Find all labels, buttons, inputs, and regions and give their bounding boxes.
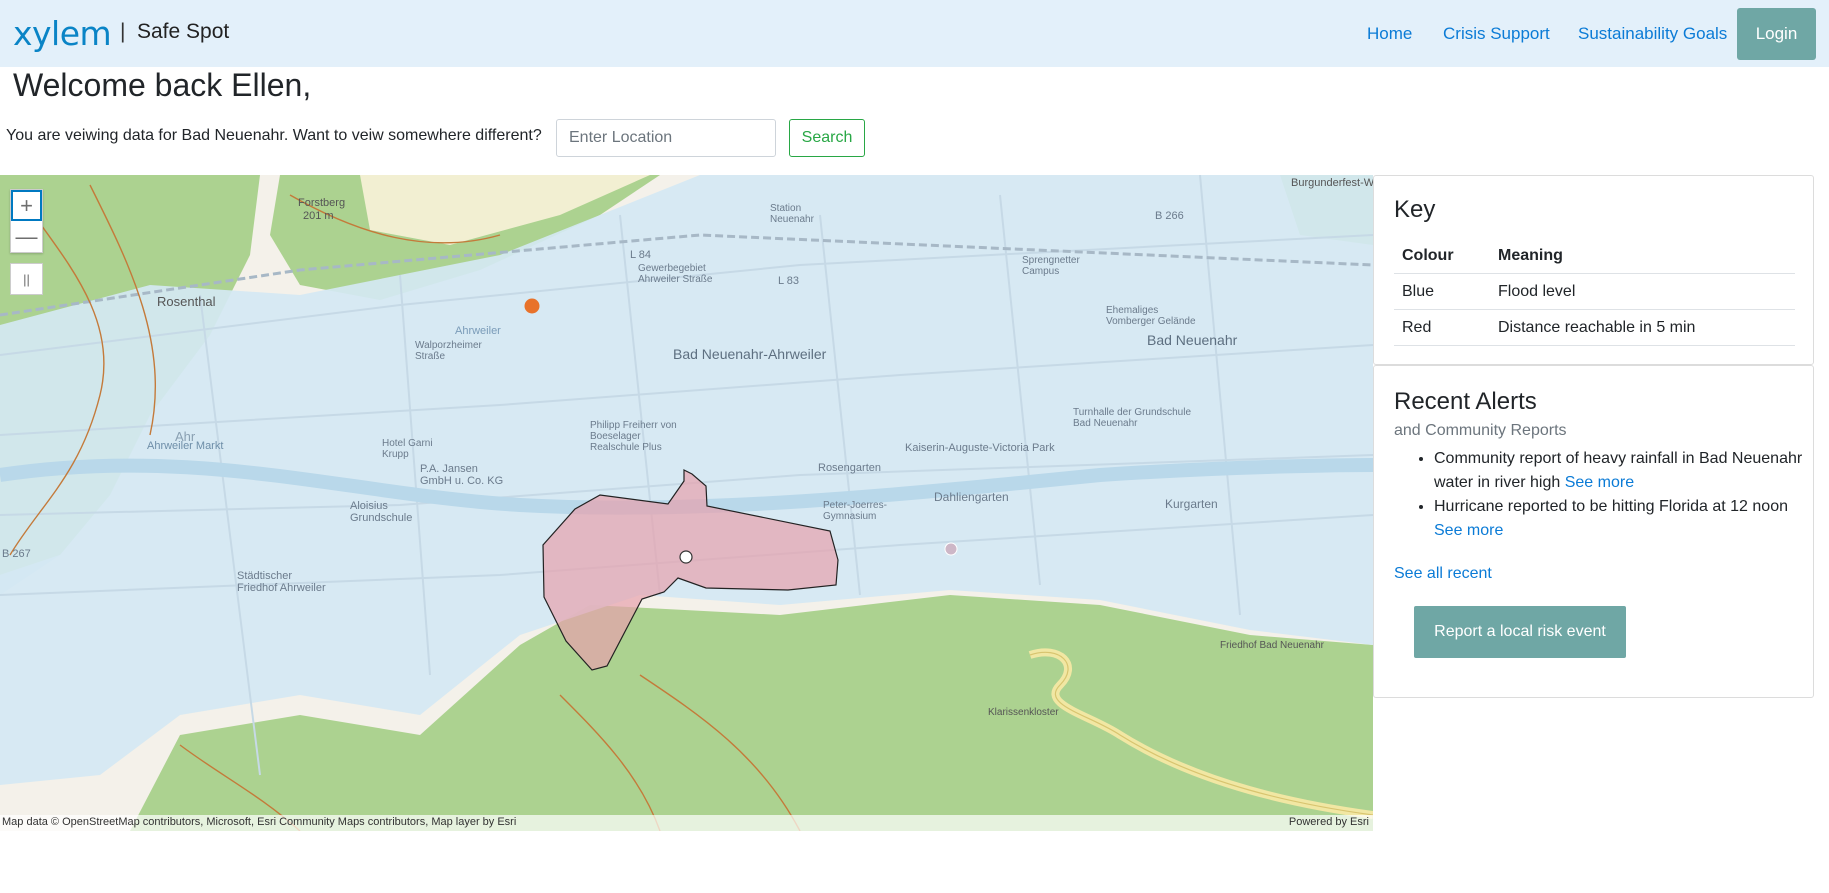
- search-button[interactable]: Search: [789, 119, 865, 157]
- map-label-place: Hotel Garni Krupp: [382, 438, 433, 460]
- map-label-town: Bad Neuenahr-Ahrweiler: [673, 346, 827, 362]
- login-button[interactable]: Login: [1737, 8, 1816, 60]
- map-label-street: Walporzheimer Straße: [415, 340, 482, 362]
- alerts-subtitle: and Community Reports: [1394, 422, 1567, 439]
- map-label-park: Dahliengarten: [934, 490, 1009, 504]
- map-label-place: Städtischer Friedhof Ahrweiler: [237, 570, 326, 594]
- location-input[interactable]: [556, 119, 776, 157]
- nav-home-link[interactable]: Home: [1367, 24, 1412, 44]
- zoom-in-button[interactable]: +: [11, 190, 42, 221]
- recent-alerts-panel: Recent Alerts and Community Reports Comm…: [1373, 365, 1814, 698]
- map-label-place: Sprengnetter Campus: [1022, 255, 1080, 277]
- map-label-place: Rosenthal: [157, 294, 216, 309]
- map-label-town: Bad Neuenahr: [1147, 332, 1238, 348]
- map-view[interactable]: Bad Neuenahr-Ahrweiler Bad Neuenahr Rose…: [0, 175, 1373, 831]
- table-row: Blue Flood level: [1394, 273, 1795, 310]
- map-label-road: L 83: [778, 275, 800, 287]
- map-label-park: Kaiserin-Auguste-Victoria Park: [905, 442, 1055, 454]
- map-label-road: B 267: [2, 548, 31, 560]
- map-label-park: Rosengarten: [818, 462, 881, 474]
- table-row: Red Distance reachable in 5 min: [1394, 309, 1795, 346]
- nav-crisis-support-link[interactable]: Crisis Support: [1443, 24, 1550, 44]
- key-meaning-cell: Distance reachable in 5 min: [1490, 309, 1795, 346]
- map-label-place: Aloisius Grundschule: [350, 500, 413, 524]
- map-attribution[interactable]: Map data © OpenStreetMap contributors, M…: [2, 816, 516, 828]
- see-all-recent-link[interactable]: See all recent: [1394, 565, 1492, 583]
- map-label-place: Ehemaliges Vomberger Gelände: [1106, 305, 1196, 327]
- current-location-marker[interactable]: [679, 550, 693, 564]
- map-label-road: B 266: [1155, 210, 1184, 222]
- key-colour-cell: Blue: [1394, 273, 1490, 310]
- list-item: Hurricane reported to be hitting Florida…: [1434, 495, 1804, 543]
- map-label-road: L 84: [630, 249, 652, 261]
- map-label-place: Friedhof Bad Neuenahr: [1220, 640, 1324, 651]
- map-label-place: Klarissenkloster: [988, 707, 1059, 718]
- map-label-place: Turnhalle der Grundschule Bad Neuenahr: [1073, 407, 1192, 429]
- see-more-link[interactable]: See more: [1434, 522, 1503, 539]
- map-label-park: Kurgarten: [1165, 497, 1218, 511]
- key-header-colour: Colour: [1394, 239, 1490, 274]
- zoom-control: + —: [10, 189, 43, 253]
- map-label-elevation: 201 m: [303, 210, 334, 222]
- alert-text: Hurricane reported to be hitting Florida…: [1434, 498, 1788, 515]
- map-label-place: Philipp Freiherr von Boeselager Realschu…: [590, 420, 677, 453]
- key-panel: Key Colour Meaning Blue Flood level Red …: [1373, 175, 1814, 365]
- navbar: xylem | Safe Spot Home Crisis Support Su…: [0, 0, 1829, 67]
- key-table-header: Colour Meaning: [1394, 239, 1795, 274]
- map-label-station: Ahrweiler Markt: [147, 440, 224, 452]
- alerts-title: Recent Alerts: [1394, 388, 1537, 415]
- see-more-link[interactable]: See more: [1565, 474, 1634, 491]
- powered-by-esri[interactable]: Powered by Esri: [1289, 816, 1369, 828]
- zoom-out-button[interactable]: —: [11, 221, 42, 252]
- key-table: Colour Meaning Blue Flood level Red Dist…: [1394, 239, 1795, 346]
- alerts-list: Community report of heavy rainfall in Ba…: [1434, 447, 1804, 543]
- welcome-heading: Welcome back Ellen,: [13, 67, 312, 103]
- alert-marker[interactable]: [524, 298, 540, 314]
- key-header-meaning: Meaning: [1490, 239, 1795, 274]
- map-label-place: Station Neuenahr: [770, 203, 814, 225]
- pause-animation-button[interactable]: ||: [10, 263, 43, 295]
- location-prompt: You are veiwing data for Bad Neuenahr. W…: [6, 127, 542, 144]
- map-attribution-bar: Map data © OpenStreetMap contributors, M…: [0, 815, 1373, 831]
- map-label-place: Gewerbegebiet Ahrweiler Straße: [638, 263, 713, 285]
- brand-separator: |: [120, 20, 126, 43]
- key-title: Key: [1394, 196, 1436, 223]
- list-item: Community report of heavy rainfall in Ba…: [1434, 447, 1804, 495]
- hospital-marker: [944, 542, 958, 556]
- map-label-district: Ahrweiler: [455, 325, 501, 337]
- nav-sustainability-goals-link[interactable]: Sustainability Goals: [1578, 24, 1727, 44]
- report-risk-event-button[interactable]: Report a local risk event: [1414, 606, 1626, 658]
- app-name[interactable]: Safe Spot: [137, 20, 229, 44]
- key-colour-cell: Red: [1394, 309, 1490, 346]
- map-label-place: Burgunderfest-Wiese: [1291, 177, 1373, 189]
- key-meaning-cell: Flood level: [1490, 273, 1795, 310]
- map-label-place: P.A. Jansen GmbH u. Co. KG: [420, 463, 504, 487]
- map-label-place: Peter-Joerres-Gymnasium: [823, 500, 887, 522]
- map-label-peak: Forstberg: [298, 197, 346, 209]
- xylem-logo[interactable]: xylem: [13, 14, 112, 53]
